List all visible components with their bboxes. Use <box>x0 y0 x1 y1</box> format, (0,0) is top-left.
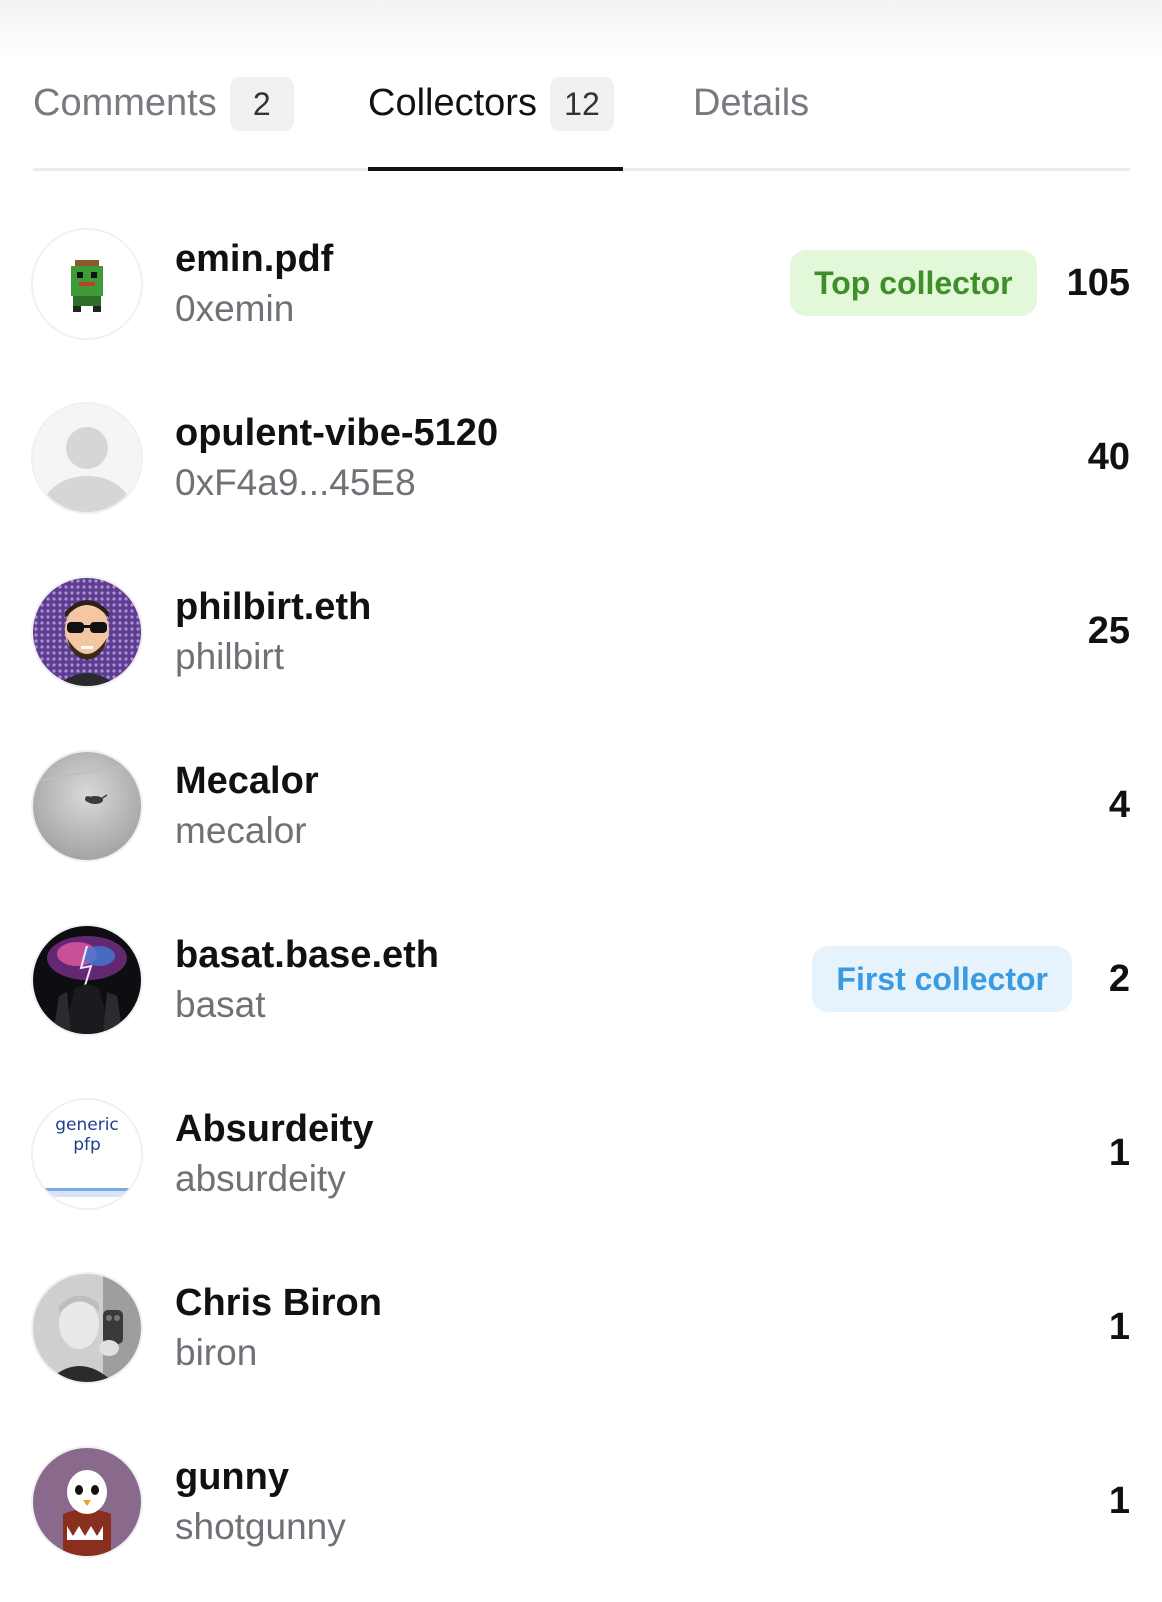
tab-comments-label: Comments <box>33 82 217 124</box>
penguin-monster-icon[interactable] <box>33 1448 141 1556</box>
generic-pfp-text-top: generic <box>55 1115 119 1135</box>
collector-name[interactable]: gunny <box>175 1453 346 1501</box>
collector-name[interactable]: Chris Biron <box>175 1279 382 1327</box>
collector-name[interactable]: Absurdeity <box>175 1105 373 1153</box>
collected-count: 1 <box>1108 1305 1130 1348</box>
collector-row[interactable]: emin.pdf 0xemin Top collector 105 <box>33 210 1130 384</box>
collector-row[interactable]: basat.base.eth basat First collector 2 <box>33 906 1130 1080</box>
tab-details-label: Details <box>693 82 810 124</box>
collector-row[interactable]: gunny shotgunny 1 <box>33 1428 1130 1602</box>
collected-count: 40 <box>1087 435 1130 478</box>
collected-count: 1 <box>1108 1131 1130 1174</box>
collected-count: 105 <box>1066 261 1130 304</box>
collector-handle: basat <box>175 984 266 1025</box>
tab-details[interactable]: Details <box>693 70 853 168</box>
bearded-man-sunglasses-icon[interactable] <box>33 578 141 686</box>
collectors-list: emin.pdf 0xemin Top collector 105 opulen… <box>33 210 1130 1602</box>
collector-handle: 0xF4a9...45E8 <box>175 462 416 503</box>
collector-handle: absurdeity <box>175 1158 346 1199</box>
collector-row[interactable]: Chris Biron biron 1 <box>33 1254 1130 1428</box>
collector-name[interactable]: Mecalor <box>175 757 319 805</box>
tab-collectors-count: 12 <box>549 77 614 131</box>
collector-name[interactable]: opulent-vibe-5120 <box>175 409 498 457</box>
collected-count: 2 <box>1108 957 1130 1000</box>
collector-name[interactable]: philbirt.eth <box>175 583 371 631</box>
collected-count: 4 <box>1108 783 1130 826</box>
generic-pfp-icon[interactable]: generic pfp <box>33 1100 141 1208</box>
default-user-icon[interactable] <box>33 404 141 512</box>
lightning-art-icon[interactable] <box>33 926 141 1034</box>
tab-collectors[interactable]: Collectors 12 <box>368 70 630 168</box>
collector-handle: 0xemin <box>175 288 295 329</box>
collected-count: 25 <box>1087 609 1130 652</box>
top-fade <box>0 0 1162 60</box>
collected-count: 1 <box>1108 1479 1130 1522</box>
top-collector-badge: Top collector <box>790 250 1037 316</box>
collector-name[interactable]: basat.base.eth <box>175 931 439 979</box>
collector-name[interactable]: emin.pdf <box>175 235 333 283</box>
cat-photo-icon[interactable] <box>33 752 141 860</box>
person-photo-icon[interactable] <box>33 1274 141 1382</box>
collector-row[interactable]: Mecalor mecalor 4 <box>33 732 1130 906</box>
collector-handle: mecalor <box>175 810 307 851</box>
first-collector-badge: First collector <box>812 946 1072 1012</box>
tab-comments[interactable]: Comments 2 <box>33 70 303 168</box>
collector-row[interactable]: generic pfp Absurdeity absurdeity 1 <box>33 1080 1130 1254</box>
collector-handle: philbirt <box>175 636 284 677</box>
collector-handle: shotgunny <box>175 1506 346 1547</box>
collector-row[interactable]: opulent-vibe-5120 0xF4a9...45E8 40 <box>33 384 1130 558</box>
collector-row[interactable]: philbirt.eth philbirt 25 <box>33 558 1130 732</box>
tab-comments-count: 2 <box>229 77 294 131</box>
generic-pfp-text-bottom: pfp <box>73 1135 101 1155</box>
tab-collectors-label: Collectors <box>368 82 537 124</box>
collector-handle: biron <box>175 1332 258 1373</box>
active-tab-indicator <box>368 167 623 171</box>
tab-bar: Comments 2 Collectors 12 Details <box>33 70 1130 171</box>
pixel-robot-icon[interactable] <box>33 230 141 338</box>
